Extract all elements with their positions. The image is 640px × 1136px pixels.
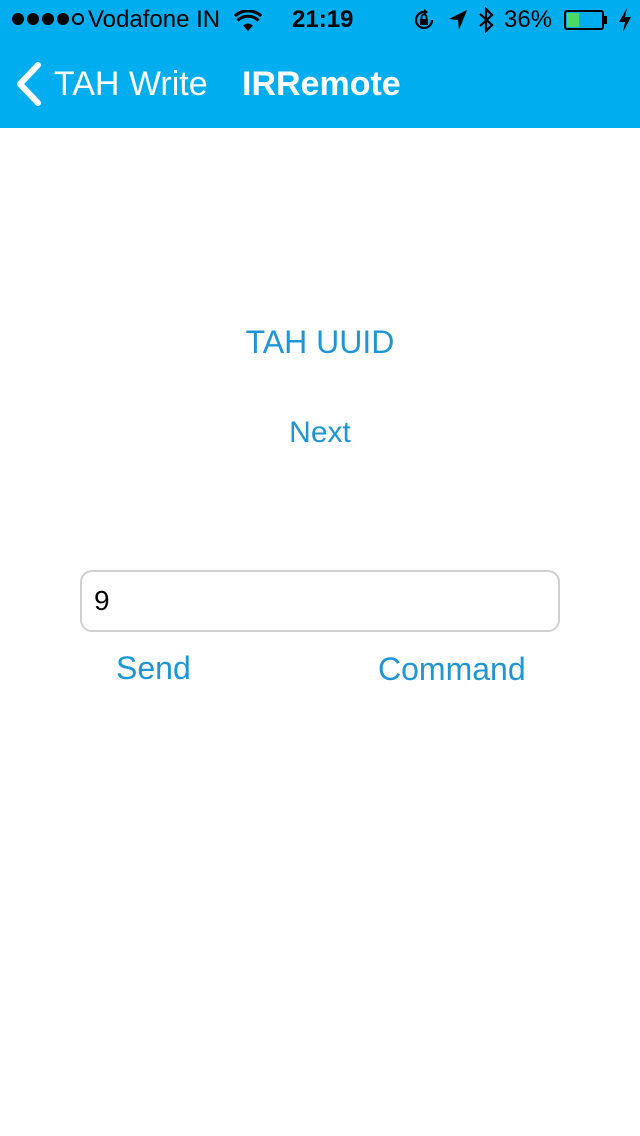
signal-strength [12,13,84,25]
command-button[interactable]: Command [378,651,526,688]
back-button-label: TAH Write [54,64,208,103]
navigation-header: Vodafone IN 21:19 36% TAH Write IRRemote [0,0,640,128]
page-title: IRRemote [242,65,401,103]
back-button[interactable]: TAH Write [14,60,208,108]
wifi-icon [234,10,262,31]
carrier-name: Vodafone IN [88,6,221,33]
signal-dot [27,13,39,25]
status-bar: Vodafone IN 21:19 36% [0,0,640,40]
tah-uuid-button[interactable]: TAH UUID [0,324,640,361]
bluetooth-icon [479,7,494,33]
battery-icon [564,10,607,30]
signal-dot [42,13,54,25]
rotation-lock-icon [414,9,434,30]
charging-bolt-icon [619,8,631,32]
next-button[interactable]: Next [0,416,640,450]
command-input[interactable] [80,570,560,632]
send-button[interactable]: Send [116,650,191,687]
signal-dot [72,13,84,25]
signal-dot [57,13,69,25]
clock-time: 21:19 [292,6,354,33]
location-arrow-icon [449,10,467,30]
chevron-left-icon [17,62,41,106]
signal-dot [12,13,24,25]
battery-percentage: 36% [504,6,553,33]
